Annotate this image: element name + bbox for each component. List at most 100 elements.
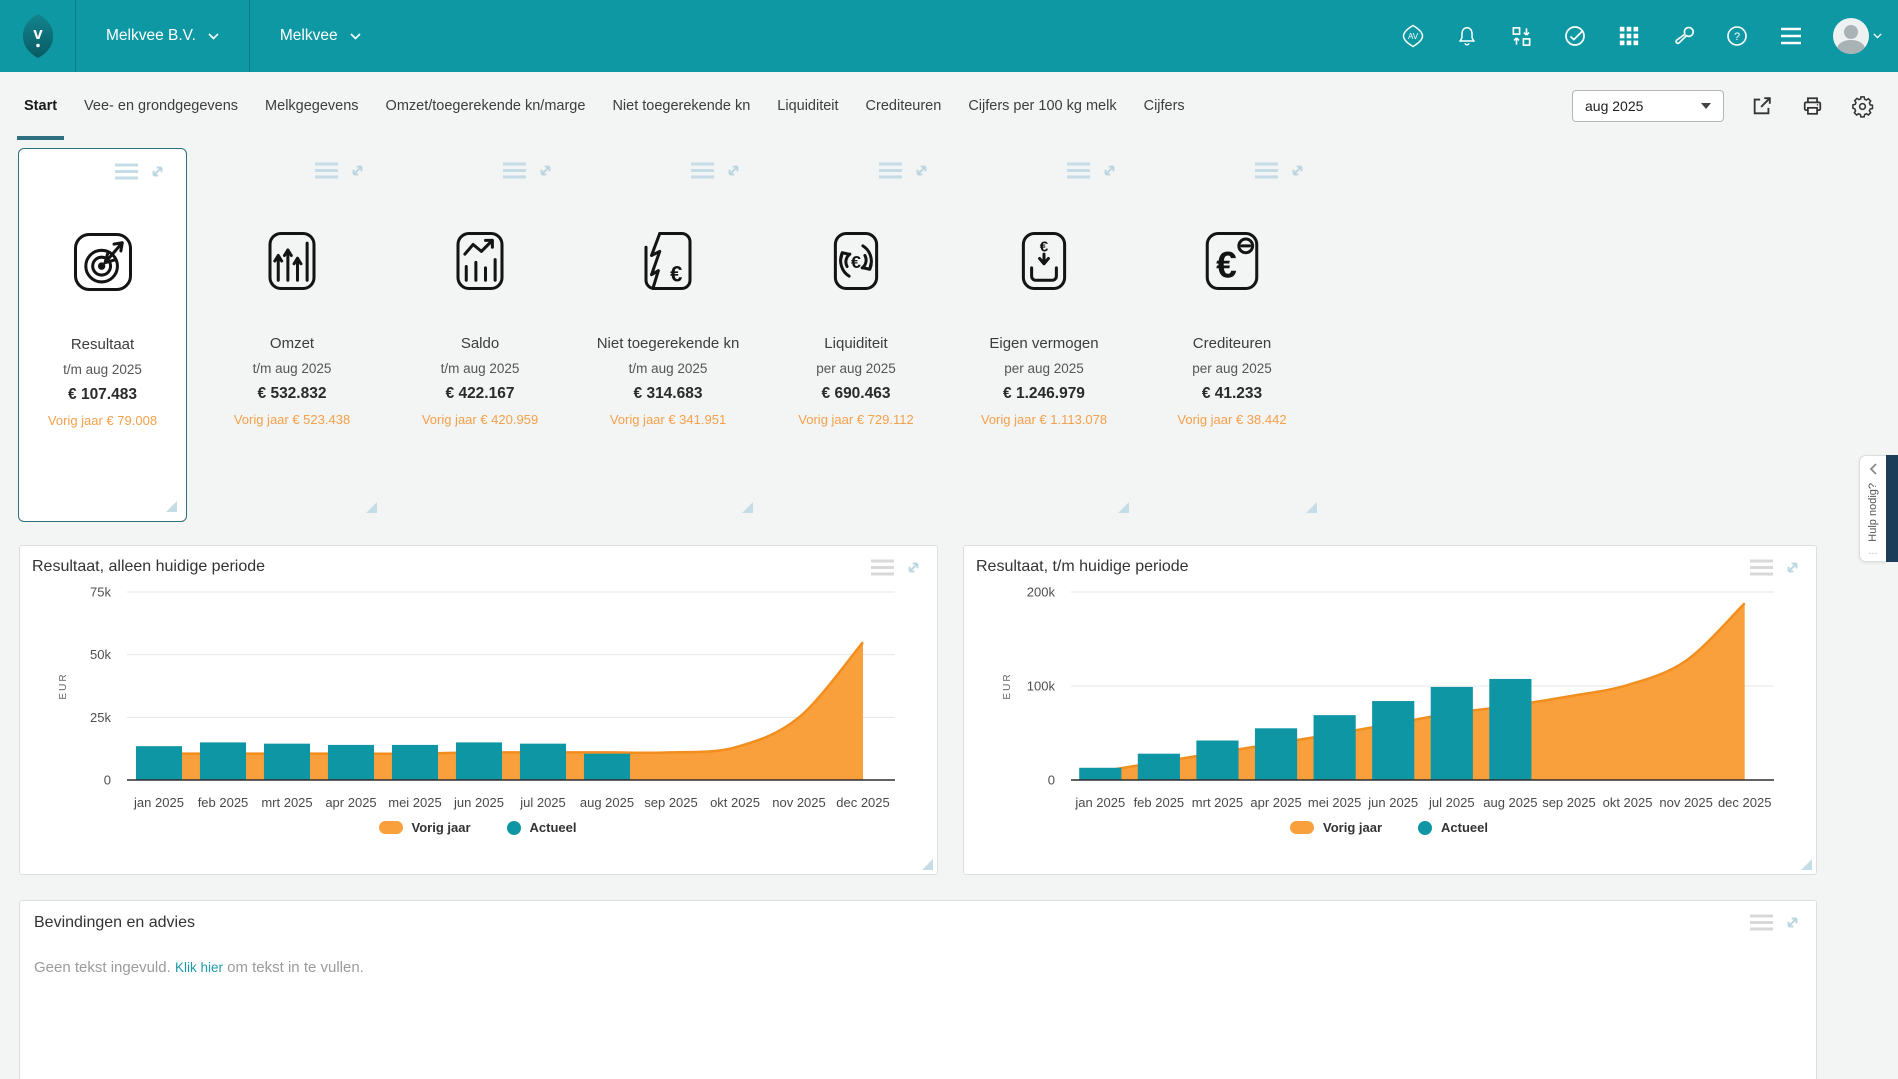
kpi-title: Crediteuren [1193, 335, 1271, 352]
company-selector-label: Melkvee B.V. [106, 27, 196, 45]
legend-item-actueel[interactable]: Actueel [1418, 820, 1488, 835]
widget-expand-icon[interactable] [1783, 558, 1802, 577]
widget-menu-icon[interactable] [1749, 559, 1774, 576]
kpi-card-liquiditeit[interactable]: € Liquiditeit per aug 2025 € 690.463 Vor… [762, 148, 950, 522]
help-tab[interactable]: Hulp nodig? … [1859, 455, 1886, 562]
widget-menu-icon[interactable] [1066, 162, 1091, 179]
svg-text:mrt 2025: mrt 2025 [261, 795, 312, 810]
svg-text:nov 2025: nov 2025 [1659, 795, 1713, 810]
svg-text:mrt 2025: mrt 2025 [1192, 795, 1243, 810]
resize-handle[interactable] [366, 502, 377, 513]
svg-text:€: € [1216, 244, 1237, 286]
widget-expand-icon[interactable] [536, 161, 555, 180]
findings-title: Bevindingen en advies [34, 914, 1802, 932]
tools-wrench-icon[interactable] [1671, 24, 1695, 48]
kpi-previous-year: Vorig jaar € 341.951 [610, 412, 726, 427]
euro-deposit-icon: € [1011, 228, 1077, 299]
widget-menu-icon[interactable] [870, 559, 895, 576]
widget-menu-icon[interactable] [1749, 914, 1774, 931]
svg-text:200k: 200k [1027, 585, 1056, 600]
kpi-card-omzet[interactable]: Omzet t/m aug 2025 € 532.832 Vorig jaar … [198, 148, 386, 522]
tab-melkgegevens[interactable]: Melkgegevens [265, 72, 359, 140]
menu-hamburger-icon[interactable] [1779, 24, 1803, 48]
widget-menu-icon[interactable] [314, 162, 339, 179]
tab-crediteuren[interactable]: Crediteuren [866, 72, 942, 140]
tab-start[interactable]: Start [24, 72, 57, 140]
tab-cijfers[interactable]: Cijfers [1144, 72, 1185, 140]
tab-niet-toegerekende-kn[interactable]: Niet toegerekende kn [612, 72, 750, 140]
widget-controls [878, 161, 931, 180]
widget-controls [314, 161, 367, 180]
tasks-check-icon[interactable] [1563, 24, 1587, 48]
brand-logo[interactable]: v [0, 0, 76, 72]
chevron-left-icon [1869, 463, 1878, 475]
kpi-value: € 1.246.979 [1003, 385, 1085, 403]
widget-menu-icon[interactable] [114, 163, 139, 180]
widget-expand-icon[interactable] [1288, 161, 1307, 180]
legend-item-vorig-jaar[interactable]: Vorig jaar [1290, 820, 1382, 835]
resize-handle[interactable] [922, 859, 933, 870]
widget-controls [690, 161, 743, 180]
widget-expand-icon[interactable] [1783, 913, 1802, 932]
tab-cijfers-per-100-kg-melk[interactable]: Cijfers per 100 kg melk [968, 72, 1116, 140]
notifications-bell-icon[interactable] [1455, 24, 1479, 48]
widget-expand-icon[interactable] [912, 161, 931, 180]
findings-fill-link[interactable]: Klik hier [175, 960, 223, 975]
euro-cycle-icon: € [823, 228, 889, 299]
rising-arrows-icon [259, 228, 325, 299]
tab-vee-en-grondgegevens[interactable]: Vee- en grondgegevens [84, 72, 238, 140]
widget-menu-icon[interactable] [502, 162, 527, 179]
export-icon[interactable] [1750, 94, 1774, 118]
resize-handle[interactable] [742, 502, 753, 513]
page-navbar: Start Vee- en grondgegevens Melkgegevens… [0, 72, 1898, 140]
administration-selector[interactable]: Melkvee [250, 0, 391, 72]
widget-expand-icon[interactable] [904, 558, 923, 577]
tab-liquiditeit[interactable]: Liquiditeit [777, 72, 838, 140]
widget-expand-icon[interactable] [148, 162, 167, 181]
widget-menu-icon[interactable] [690, 162, 715, 179]
user-menu[interactable] [1833, 18, 1882, 54]
widget-menu-icon[interactable] [878, 162, 903, 179]
resize-handle[interactable] [166, 501, 177, 512]
app-header: v Melkvee B.V. Melkvee AV [0, 0, 1898, 72]
legend-swatch-area [1290, 821, 1314, 834]
kpi-card-eigen-vermogen[interactable]: € Eigen vermogen per aug 2025 € 1.246.97… [950, 148, 1138, 522]
kpi-card-niet-toegerekende-kn[interactable]: € Niet toegerekende kn t/m aug 2025 € 31… [574, 148, 762, 522]
kpi-previous-year: Vorig jaar € 38.442 [1177, 412, 1286, 427]
kpi-title: Niet toegerekende kn [597, 335, 740, 352]
assistant-badge-icon[interactable]: AV [1401, 24, 1425, 48]
kpi-card-saldo[interactable]: Saldo t/m aug 2025 € 422.167 Vorig jaar … [386, 148, 574, 522]
resize-handle[interactable] [1118, 502, 1129, 513]
widget-expand-icon[interactable] [1100, 161, 1119, 180]
help-tab-edge-strip[interactable] [1886, 455, 1898, 562]
legend-item-actueel[interactable]: Actueel [507, 820, 577, 835]
widget-controls [870, 558, 923, 577]
help-circle-icon[interactable]: ? [1725, 24, 1749, 48]
kpi-card-crediteuren[interactable]: € Crediteuren per aug 2025 € 41.233 Vori… [1138, 148, 1326, 522]
bar-area-chart: 025k50k75kjan 2025feb 2025mrt 2025apr 20… [32, 578, 923, 816]
svg-text:mei 2025: mei 2025 [1308, 795, 1361, 810]
kpi-title: Eigen vermogen [989, 335, 1098, 352]
apps-grid-icon[interactable] [1617, 24, 1641, 48]
widget-expand-icon[interactable] [348, 161, 367, 180]
resize-handle[interactable] [1306, 502, 1317, 513]
import-export-icon[interactable] [1509, 24, 1533, 48]
company-selector[interactable]: Melkvee B.V. [76, 0, 250, 72]
svg-text:jul 2025: jul 2025 [1428, 795, 1475, 810]
legend-item-vorig-jaar[interactable]: Vorig jaar [379, 820, 471, 835]
svg-text:jan 2025: jan 2025 [1074, 795, 1125, 810]
kpi-previous-year: Vorig jaar € 523.438 [234, 412, 350, 427]
svg-text:€: € [670, 262, 682, 287]
kpi-value: € 690.463 [822, 385, 891, 403]
widget-menu-icon[interactable] [1254, 162, 1279, 179]
kpi-title: Liquiditeit [824, 335, 887, 352]
print-icon[interactable] [1800, 94, 1824, 118]
resize-handle[interactable] [1801, 859, 1812, 870]
period-select[interactable]: aug 2025 [1572, 90, 1724, 122]
kpi-card-resultaat[interactable]: Resultaat t/m aug 2025 € 107.483 Vorig j… [18, 148, 187, 522]
tab-omzet-toegerekende-kn-marge[interactable]: Omzet/toegerekende kn/marge [386, 72, 586, 140]
nav-actions: aug 2025 [1572, 90, 1874, 122]
svg-text:v: v [33, 24, 43, 43]
settings-gear-icon[interactable] [1850, 94, 1874, 118]
widget-expand-icon[interactable] [724, 161, 743, 180]
